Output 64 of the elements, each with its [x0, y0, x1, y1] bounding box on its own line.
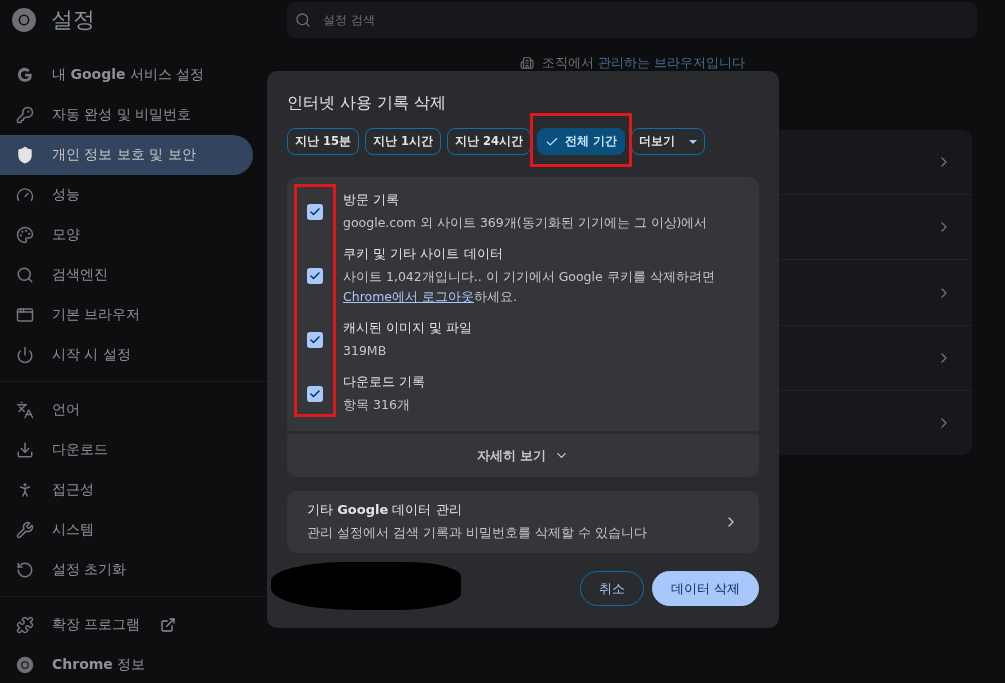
time-range-chip[interactable]: 전체 기간	[537, 128, 626, 155]
search-field[interactable]: 설정 검색	[287, 2, 977, 38]
sidebar-item[interactable]: 접근성	[0, 470, 253, 510]
chrome-logo-icon	[11, 7, 37, 33]
checkbox[interactable]	[307, 268, 323, 284]
translate-icon	[16, 401, 34, 419]
sidebar-item[interactable]: 성능	[0, 175, 253, 215]
google-data-title: 기타 Google 데이터 관리	[307, 501, 463, 519]
window-icon	[16, 306, 34, 324]
time-range-chip[interactable]: 지난 1시간	[365, 128, 442, 155]
item-description: google.com 외 사이트 369개(동기화된 기기에는 그 이상)에서	[343, 214, 708, 232]
gauge-icon	[16, 186, 34, 204]
reset-icon	[16, 561, 34, 579]
managed-notice: 조직에서 관리하는 브라우저입니다	[542, 54, 746, 72]
item-title: 방문 기록	[343, 191, 401, 209]
sidebar-item[interactable]: 개인 정보 보호 및 보안	[0, 135, 253, 175]
building-icon	[520, 56, 534, 70]
managed-link[interactable]: 관리하는 브라우저입니다	[598, 55, 746, 70]
checkbox[interactable]	[307, 204, 323, 220]
sidebar-item[interactable]: 시작 시 설정	[0, 335, 253, 375]
sidebar-item[interactable]: 검색엔진	[0, 255, 253, 295]
puzzle-icon	[16, 616, 34, 634]
sidebar-item[interactable]: 다운로드	[0, 430, 253, 470]
palette-icon	[16, 226, 34, 244]
sidebar-item[interactable]: 확장 프로그램	[0, 605, 253, 645]
item-description: 319MB	[343, 342, 388, 360]
sign-out-link[interactable]: Chrome에서 로그아웃	[343, 289, 474, 304]
sidebar-item[interactable]: 언어	[0, 390, 253, 430]
check-icon	[309, 270, 321, 282]
wrench-icon	[16, 521, 34, 539]
sidebar-item[interactable]: 기본 브라우저	[0, 295, 253, 335]
sidebar-item[interactable]: Chrome 정보	[0, 645, 253, 683]
search-icon	[295, 12, 311, 28]
check-icon	[309, 388, 321, 400]
caret-icon	[689, 139, 698, 144]
sidebar-item[interactable]: 시스템	[0, 510, 253, 550]
sidebar-item[interactable]: 모양	[0, 215, 253, 255]
time-range-chip[interactable]: 지난 15분	[287, 128, 359, 155]
checkbox[interactable]	[307, 386, 323, 402]
check-icon	[309, 334, 321, 346]
delete-data-button[interactable]: 데이터 삭제	[651, 571, 759, 606]
search-input[interactable]: 설정 검색	[321, 12, 977, 28]
sidebar-item[interactable]: 설정 초기화	[0, 550, 253, 590]
item-title: 다운로드 기록	[343, 373, 426, 391]
google-g-icon	[16, 66, 34, 84]
shield-icon	[16, 146, 34, 164]
details-toggle[interactable]: 자세히 보기	[287, 434, 759, 477]
item-title: 쿠키 및 기타 사이트 데이터	[343, 245, 504, 263]
check-icon	[309, 206, 321, 218]
download-icon	[16, 441, 34, 459]
sidebar-item[interactable]: 내 Google 서비스 설정	[0, 55, 253, 95]
google-data-description: 관리 설정에서 검색 기록과 비밀번호를 삭제할 수 있습니다	[307, 524, 647, 542]
item-description: 항목 316개	[343, 396, 411, 414]
google-data-card[interactable]: 기타 Google 데이터 관리 관리 설정에서 검색 기록과 비밀번호를 삭제할 수 있습니다	[287, 491, 759, 553]
checkbox[interactable]	[307, 332, 323, 348]
item-description: 사이트 1,042개입니다.. 이 기기에서 Google 쿠키를 삭제하려면 Chrome에서 로그아웃하세요.	[343, 268, 716, 306]
search-icon	[16, 266, 34, 284]
key-icon	[16, 106, 34, 124]
sidebar-item[interactable]: 자동 완성 및 비밀번호	[0, 95, 253, 135]
item-title: 캐시된 이미지 및 파일	[343, 319, 473, 337]
power-icon	[16, 346, 34, 364]
chrome-logo-icon	[16, 656, 34, 674]
page-title: 설정	[51, 6, 95, 34]
dialog-title: 인터넷 사용 기록 삭제	[287, 93, 448, 114]
